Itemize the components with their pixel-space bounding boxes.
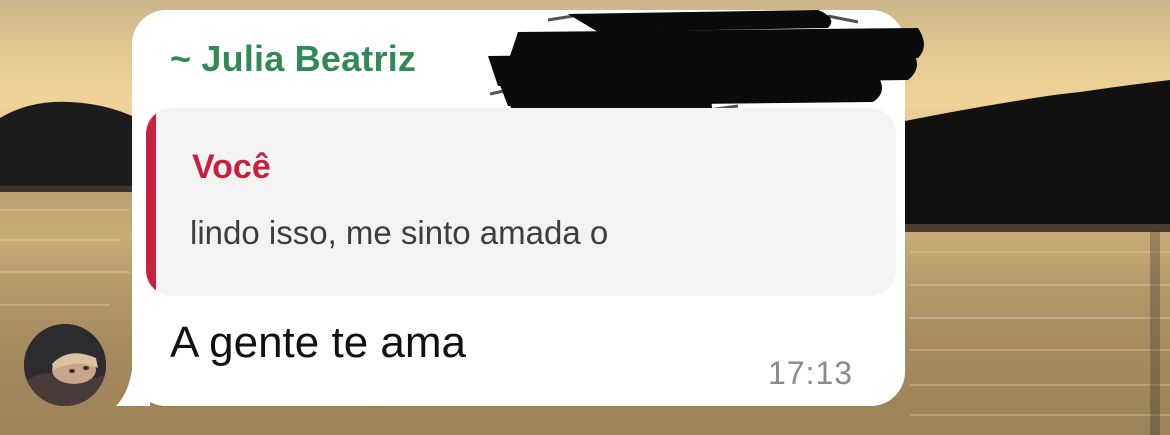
message-timestamp: 17:13: [768, 355, 854, 391]
quoted-text: lindo isso, me sinto amada o: [190, 214, 609, 251]
message-text: A gente te ama: [170, 318, 466, 367]
quoted-author: Você: [192, 148, 271, 186]
avatar[interactable]: [24, 324, 106, 406]
quote-accent-bar: [146, 108, 156, 296]
sender-name[interactable]: ~ Julia Beatriz: [170, 38, 416, 80]
profile-photo-icon: [24, 324, 106, 406]
quoted-message[interactable]: Você lindo isso, me sinto amada o: [146, 108, 896, 296]
